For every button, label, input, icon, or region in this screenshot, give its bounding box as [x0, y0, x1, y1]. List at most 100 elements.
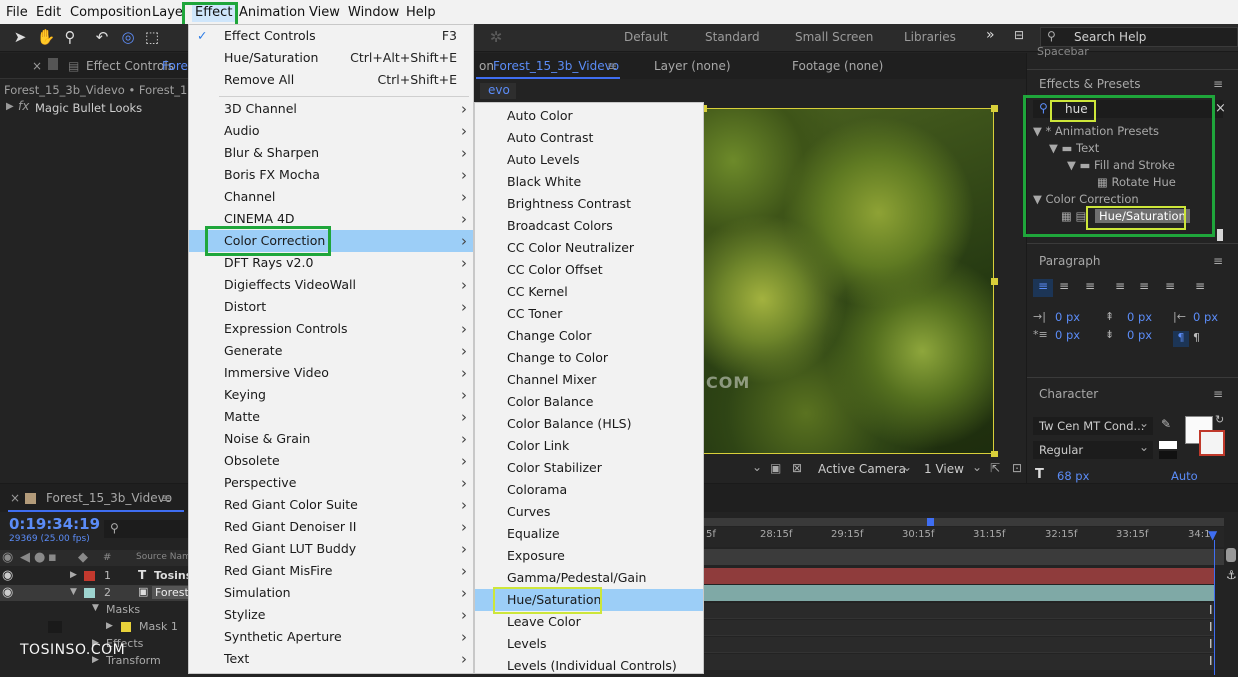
audio-toggle-icon[interactable]: ◀ [20, 549, 30, 567]
layer-1-track-bar[interactable] [704, 568, 1214, 584]
video-toggle-icon[interactable]: ◉ [2, 549, 13, 567]
leading-value[interactable]: Auto [1171, 469, 1198, 483]
color-correction-item[interactable]: Change Color [475, 325, 703, 347]
rotate-tool-icon[interactable]: ↶ [92, 27, 112, 47]
space-after-value[interactable]: 0 px [1127, 328, 1152, 342]
color-correction-item[interactable]: CC Color Neutralizer [475, 237, 703, 259]
panel-menu-icon[interactable]: ≡ [1213, 254, 1223, 268]
menu-window[interactable]: Window [348, 4, 399, 22]
menu-category-item[interactable]: Distort › [189, 296, 473, 318]
align-right-icon[interactable]: ≡ [1085, 279, 1095, 293]
composition-tab-name[interactable]: Forest_15_3b_Videvo [493, 59, 619, 73]
color-correction-item[interactable]: Channel Mixer [475, 369, 703, 391]
playhead-line[interactable] [1214, 540, 1215, 675]
transparency-grid-icon[interactable]: ⊠ [792, 461, 802, 475]
layer-2-track-bar[interactable] [704, 585, 1214, 601]
menu-item-hue-saturation[interactable]: Hue/Saturation Ctrl+Alt+Shift+E [189, 47, 473, 69]
menu-view[interactable]: View [309, 4, 340, 22]
edge-handle[interactable] [991, 278, 998, 285]
justify-right-icon[interactable]: ≡ [1165, 279, 1175, 293]
color-correction-item[interactable]: Color Stabilizer [475, 457, 703, 479]
menu-layer[interactable]: Layer [152, 4, 182, 22]
layer-row[interactable]: ◉ ▼ 2 ▣ Forest_ [0, 585, 198, 601]
menu-category-item[interactable]: Blur & Sharpen › [189, 142, 473, 164]
menu-category-item[interactable]: Red Giant Color Suite › [189, 494, 473, 516]
menu-item-effect-controls[interactable]: ✓ Effect Controls F3 [189, 25, 473, 47]
hand-tool-icon[interactable]: ✋ [36, 27, 56, 47]
menu-category-item[interactable]: Audio › [189, 120, 473, 142]
corner-handle[interactable] [991, 105, 998, 112]
pan-behind-tool-icon[interactable]: ⬚ [142, 27, 162, 47]
anchor-icon[interactable]: ⚓ [1226, 568, 1237, 582]
ltr-direction-icon[interactable]: ¶ [1173, 331, 1189, 347]
timeline-scroll-handle[interactable] [1226, 548, 1236, 562]
eye-icon[interactable]: ◉ [2, 567, 13, 585]
effect-controls-comp-name[interactable]: Forest [162, 59, 188, 73]
chevron-down-icon[interactable]: ⌄ [972, 460, 982, 474]
color-correction-item[interactable]: CC Toner [475, 303, 703, 325]
swap-colors-icon[interactable]: ↻ [1215, 413, 1224, 426]
composition-menu-icon[interactable]: ≡ [607, 59, 617, 73]
layer-tab[interactable]: Layer (none) [654, 59, 731, 73]
current-timecode[interactable]: 0:19:34:19 [9, 515, 100, 533]
color-correction-item[interactable]: Equalize [475, 523, 703, 545]
menu-category-item[interactable]: Text › [189, 648, 473, 670]
menu-category-item[interactable]: 3D Channel › [189, 98, 473, 120]
menu-category-item[interactable]: Boris FX Mocha › [189, 164, 473, 186]
layer-name[interactable]: Tosins [154, 569, 192, 582]
color-correction-item[interactable]: Curves [475, 501, 703, 523]
effect-controls-tab[interactable]: Effect Controls [86, 59, 174, 73]
chevron-down-icon[interactable]: ⌄ [1139, 416, 1149, 430]
masks-group[interactable]: Masks [106, 603, 140, 616]
menu-category-item[interactable]: Red Giant MisFire › [189, 560, 473, 582]
color-correction-item[interactable]: Auto Color [475, 105, 703, 127]
justify-center-icon[interactable]: ≡ [1139, 279, 1149, 293]
chevron-down-icon[interactable]: ⌄ [752, 460, 762, 474]
composition-viewer[interactable]: COM [703, 108, 994, 454]
expand-arrow-icon[interactable]: ▶ [106, 621, 113, 631]
workspace-overflow-icon[interactable]: » [986, 27, 995, 43]
align-left-icon[interactable]: ≡ [1033, 279, 1053, 297]
color-correction-item[interactable]: Levels [475, 633, 703, 655]
workspace-standard[interactable]: Standard [705, 30, 760, 44]
color-correction-item[interactable]: Color Link [475, 435, 703, 457]
black-swatch[interactable] [1159, 451, 1177, 459]
color-correction-item[interactable]: CC Color Offset [475, 259, 703, 281]
close-tab-icon[interactable]: × [10, 491, 20, 505]
color-correction-item[interactable]: CC Kernel [475, 281, 703, 303]
close-tab-icon[interactable]: × [32, 59, 42, 73]
menu-help[interactable]: Help [406, 4, 436, 22]
rtl-direction-icon[interactable]: ¶ [1193, 331, 1200, 344]
mask-visibility-box[interactable] [48, 621, 62, 633]
workspace-menu-icon[interactable]: ⊟ [1014, 28, 1024, 42]
clear-search-icon[interactable]: × [1215, 101, 1226, 116]
layer-row[interactable]: ◉ ▶ 1 T Tosins [0, 567, 192, 585]
menu-category-item[interactable]: Immersive Video › [189, 362, 473, 384]
snapshot-icon[interactable]: ▣ [770, 461, 781, 475]
menu-file[interactable]: File [6, 4, 28, 22]
pixel-aspect-icon[interactable]: ⇱ [990, 461, 1000, 475]
work-area-bar[interactable] [704, 518, 1224, 526]
menu-category-item[interactable]: Simulation › [189, 582, 473, 604]
menu-category-item[interactable]: Expression Controls › [189, 318, 473, 340]
color-correction-item[interactable]: Color Balance (HLS) [475, 413, 703, 435]
menu-category-item[interactable]: Stylize › [189, 604, 473, 626]
color-correction-item[interactable]: Brightness Contrast [475, 193, 703, 215]
chevron-down-icon[interactable]: ⌄ [902, 460, 912, 474]
color-correction-item[interactable]: Auto Contrast [475, 127, 703, 149]
menu-category-item[interactable]: Synthetic Aperture › [189, 626, 473, 648]
workspace-default[interactable]: Default [624, 30, 668, 44]
menu-category-item[interactable]: Generate › [189, 340, 473, 362]
menu-composition[interactable]: Composition [70, 4, 151, 22]
lock-toggle-icon[interactable]: ▪ [48, 549, 57, 567]
chevron-down-icon[interactable]: ⌄ [1139, 440, 1149, 454]
first-line-indent-value[interactable]: 0 px [1055, 328, 1080, 342]
color-correction-item[interactable]: Gamma/Pedestal/Gain [475, 567, 703, 589]
playhead-icon[interactable]: ▼ [1208, 528, 1217, 542]
expand-arrow-icon[interactable]: ▶ [6, 101, 14, 112]
menu-category-item[interactable]: Digieffects VideoWall › [189, 274, 473, 296]
color-correction-item[interactable]: Color Balance [475, 391, 703, 413]
eyedropper-icon[interactable]: ✎ [1161, 417, 1171, 431]
reset-exposure-icon[interactable]: ⊡ [1012, 461, 1022, 475]
timeline-tab[interactable]: Forest_15_3b_Videvo [46, 491, 172, 505]
